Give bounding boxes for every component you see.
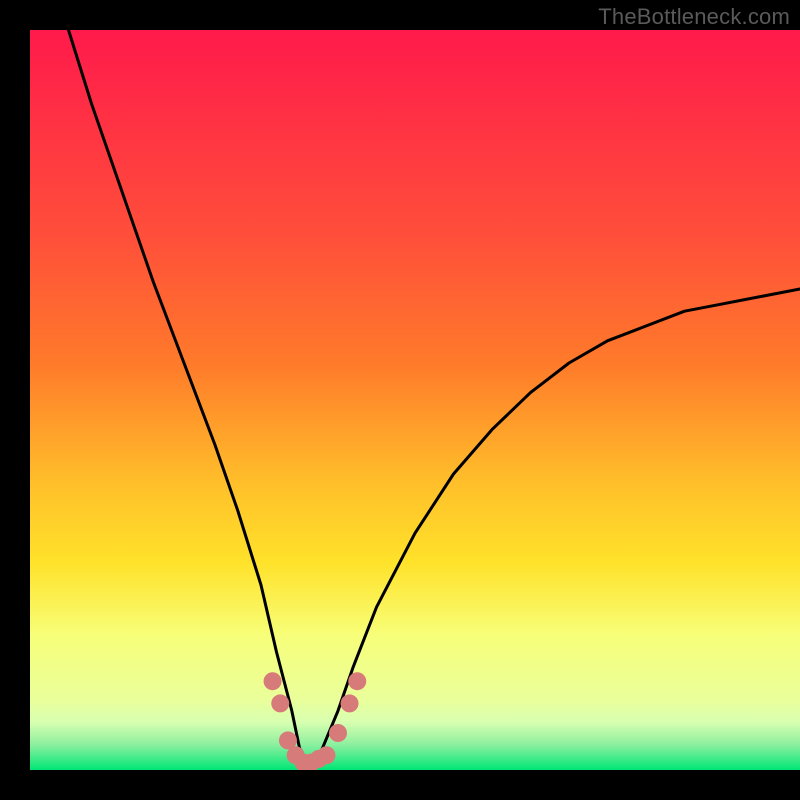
valley-dot	[341, 694, 359, 712]
valley-dot	[271, 694, 289, 712]
valley-dot	[329, 724, 347, 742]
chart-svg	[30, 0, 800, 770]
watermark-text: TheBottleneck.com	[598, 4, 790, 30]
valley-dot	[317, 746, 335, 764]
chart-frame	[30, 0, 800, 770]
valley-dot	[264, 672, 282, 690]
gradient-background	[30, 30, 800, 770]
valley-dot	[348, 672, 366, 690]
